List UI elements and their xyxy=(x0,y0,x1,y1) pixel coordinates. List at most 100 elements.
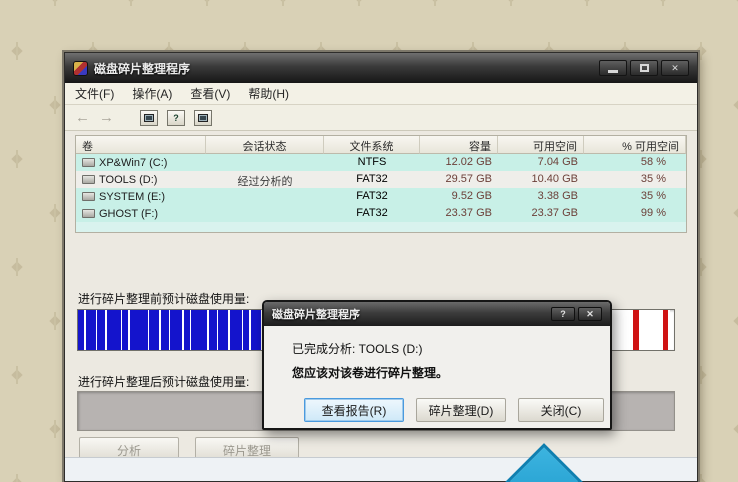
window-title: 磁盘碎片整理程序 xyxy=(94,60,190,77)
wallpaper-motif xyxy=(8,150,26,168)
analysis-complete-dialog: 磁盘碎片整理程序 ? ✕ 已完成分析: TOOLS (D:) 您应该对该卷进行碎… xyxy=(262,300,612,430)
capacity: 23.37 GB xyxy=(420,205,498,222)
wallpaper-motif xyxy=(46,420,64,438)
wallpaper-motif xyxy=(46,96,64,114)
desktop-wallpaper: 磁盘碎片整理程序 ✕ 文件(F) 操作(A) 查看(V) 帮助(H) ← → ?… xyxy=(0,0,738,482)
volume-name: SYSTEM (E:) xyxy=(99,191,165,203)
back-icon[interactable]: ← xyxy=(75,110,90,125)
wallpaper-motif xyxy=(730,96,738,114)
capacity: 12.02 GB xyxy=(420,154,498,171)
volume-name: XP&Win7 (C:) xyxy=(99,157,167,169)
table-row[interactable]: XP&Win7 (C:) NTFS 12.02 GB 7.04 GB 58 % xyxy=(76,154,686,171)
file-system: FAT32 xyxy=(324,171,420,188)
analysis-result-text: 已完成分析: TOOLS (D:) xyxy=(292,340,422,357)
capacity: 29.57 GB xyxy=(420,171,498,188)
menu-bar: 文件(F) 操作(A) 查看(V) 帮助(H) xyxy=(65,83,697,105)
help-icon: ? xyxy=(560,309,566,319)
wallpaper-motif xyxy=(426,0,444,6)
menu-view[interactable]: 查看(V) xyxy=(190,85,230,102)
file-system: NTFS xyxy=(324,154,420,171)
usage-after-label: 进行碎片整理后预计磁盘使用量: xyxy=(78,373,249,390)
dialog-close-button[interactable]: ✕ xyxy=(578,307,602,321)
free-space: 3.38 GB xyxy=(498,188,584,205)
toolbar: ← → ? xyxy=(65,105,697,131)
dialog-defragment-button[interactable]: 碎片整理(D) xyxy=(416,398,506,422)
table-header: 卷 会话状态 文件系统 容量 可用空间 % 可用空间 xyxy=(76,136,686,154)
wallpaper-motif xyxy=(8,258,26,276)
drive-icon xyxy=(82,192,95,201)
window-pane-icon xyxy=(198,114,208,122)
window-pane-icon xyxy=(144,114,154,122)
session-status xyxy=(206,205,324,222)
wallpaper-motif xyxy=(730,312,738,330)
dialog-help-button[interactable]: ? xyxy=(551,307,575,321)
close-icon: ✕ xyxy=(671,63,679,74)
close-button[interactable]: ✕ xyxy=(661,60,689,76)
table-row[interactable]: TOOLS (D:) 经过分析的 FAT32 29.57 GB 10.40 GB… xyxy=(76,171,686,188)
recommendation-text: 您应该对该卷进行碎片整理。 xyxy=(292,364,448,381)
table-row[interactable]: GHOST (F:) FAT32 23.37 GB 23.37 GB 99 % xyxy=(76,205,686,222)
window-bottom-strip xyxy=(65,457,697,481)
export-list-icon[interactable] xyxy=(194,110,212,126)
dialog-title: 磁盘碎片整理程序 xyxy=(272,306,360,322)
session-status xyxy=(206,188,324,205)
col-pct-free[interactable]: % 可用空间 xyxy=(584,136,686,154)
wallpaper-motif xyxy=(578,0,596,6)
maximize-button[interactable] xyxy=(630,60,658,76)
wallpaper-motif xyxy=(730,204,738,222)
dialog-cancel-button[interactable]: 关闭(C) xyxy=(518,398,604,422)
menu-file[interactable]: 文件(F) xyxy=(75,85,114,102)
wallpaper-motif xyxy=(730,0,738,6)
wallpaper-motif xyxy=(46,312,64,330)
wallpaper-motif xyxy=(122,0,140,6)
menu-help[interactable]: 帮助(H) xyxy=(248,85,289,102)
pct-free: 99 % xyxy=(584,205,686,222)
capacity: 9.52 GB xyxy=(420,188,498,205)
col-free-space[interactable]: 可用空间 xyxy=(498,136,584,154)
window-titlebar[interactable]: 磁盘碎片整理程序 ✕ xyxy=(65,53,697,83)
wallpaper-motif xyxy=(8,366,26,384)
menu-action[interactable]: 操作(A) xyxy=(132,85,172,102)
wallpaper-motif xyxy=(8,42,26,60)
session-status: 经过分析的 xyxy=(206,171,324,188)
volume-name: GHOST (F:) xyxy=(99,208,158,220)
pct-free: 35 % xyxy=(584,188,686,205)
app-icon xyxy=(73,61,88,76)
wallpaper-motif xyxy=(46,0,64,6)
wallpaper-motif xyxy=(730,420,738,438)
file-system: FAT32 xyxy=(324,205,420,222)
dialog-titlebar[interactable]: 磁盘碎片整理程序 ? ✕ xyxy=(264,302,610,326)
free-space: 23.37 GB xyxy=(498,205,584,222)
wallpaper-motif xyxy=(502,0,520,6)
minimize-button[interactable] xyxy=(599,60,627,76)
free-space: 10.40 GB xyxy=(498,171,584,188)
help-icon[interactable]: ? xyxy=(167,110,185,126)
usage-before-label: 进行碎片整理前预计磁盘使用量: xyxy=(78,290,249,307)
wallpaper-motif xyxy=(46,204,64,222)
dialog-controls: ? ✕ xyxy=(551,307,602,321)
pct-free: 58 % xyxy=(584,154,686,171)
view-report-button[interactable]: 查看报告(R) xyxy=(304,398,404,422)
minimize-icon xyxy=(608,70,618,73)
drive-icon xyxy=(82,209,95,218)
volume-name: TOOLS (D:) xyxy=(99,174,157,186)
console-tree-icon[interactable] xyxy=(140,110,158,126)
file-system: FAT32 xyxy=(324,188,420,205)
free-space: 7.04 GB xyxy=(498,154,584,171)
forward-icon[interactable]: → xyxy=(99,110,114,125)
wallpaper-motif xyxy=(274,0,292,6)
col-file-system[interactable]: 文件系统 xyxy=(324,136,420,154)
wallpaper-motif xyxy=(8,474,26,482)
col-volume[interactable]: 卷 xyxy=(76,136,206,154)
table-row[interactable]: SYSTEM (E:) FAT32 9.52 GB 3.38 GB 35 % xyxy=(76,188,686,205)
volume-table: 卷 会话状态 文件系统 容量 可用空间 % 可用空间 XP&Win7 (C:) … xyxy=(75,135,687,233)
window-controls: ✕ xyxy=(599,60,689,76)
wallpaper-motif xyxy=(654,0,672,6)
col-capacity[interactable]: 容量 xyxy=(420,136,498,154)
drive-icon xyxy=(82,175,95,184)
drive-icon xyxy=(82,158,95,167)
session-status xyxy=(206,154,324,171)
col-session-status[interactable]: 会话状态 xyxy=(206,136,324,154)
close-icon: ✕ xyxy=(586,309,594,320)
maximize-icon xyxy=(640,64,649,72)
